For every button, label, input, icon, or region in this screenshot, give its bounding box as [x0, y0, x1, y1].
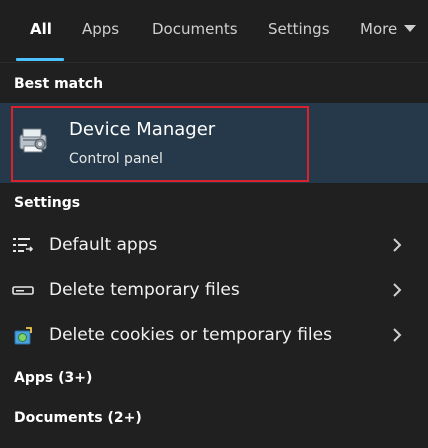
internet-options-icon [14, 327, 32, 345]
documents-section-header[interactable]: Documents (2+) [14, 410, 142, 426]
tab-documents[interactable]: Documents [152, 20, 238, 38]
setting-item-delete-temporary-files[interactable]: Delete temporary files [0, 269, 428, 313]
caret-down-icon [404, 25, 417, 32]
chevron-right-icon [393, 238, 402, 252]
setting-item-default-apps[interactable]: Default apps [0, 224, 428, 268]
tab-settings[interactable]: Settings [268, 20, 330, 38]
chevron-right-icon [393, 283, 402, 297]
tab-more[interactable]: More [360, 20, 417, 38]
setting-item-label: Default apps [49, 235, 158, 255]
search-results-panel: All Apps Documents Settings More Best ma… [0, 0, 428, 448]
setting-item-label: Delete temporary files [49, 280, 240, 300]
default-apps-icon [13, 238, 34, 252]
setting-item-delete-cookies[interactable]: Delete cookies or temporary files [0, 314, 428, 358]
best-match-header: Best match [14, 76, 104, 92]
filter-tabs: All Apps Documents Settings More [0, 0, 428, 63]
active-tab-indicator [16, 58, 64, 61]
tab-all[interactable]: All [30, 20, 52, 38]
settings-header: Settings [14, 195, 81, 211]
chevron-right-icon [393, 328, 402, 342]
setting-item-label: Delete cookies or temporary files [49, 325, 332, 345]
storage-icon [12, 286, 34, 295]
tab-apps[interactable]: Apps [82, 20, 119, 38]
tab-more-label: More [360, 20, 398, 38]
apps-section-header[interactable]: Apps (3+) [14, 370, 92, 386]
highlight-box [11, 106, 309, 182]
